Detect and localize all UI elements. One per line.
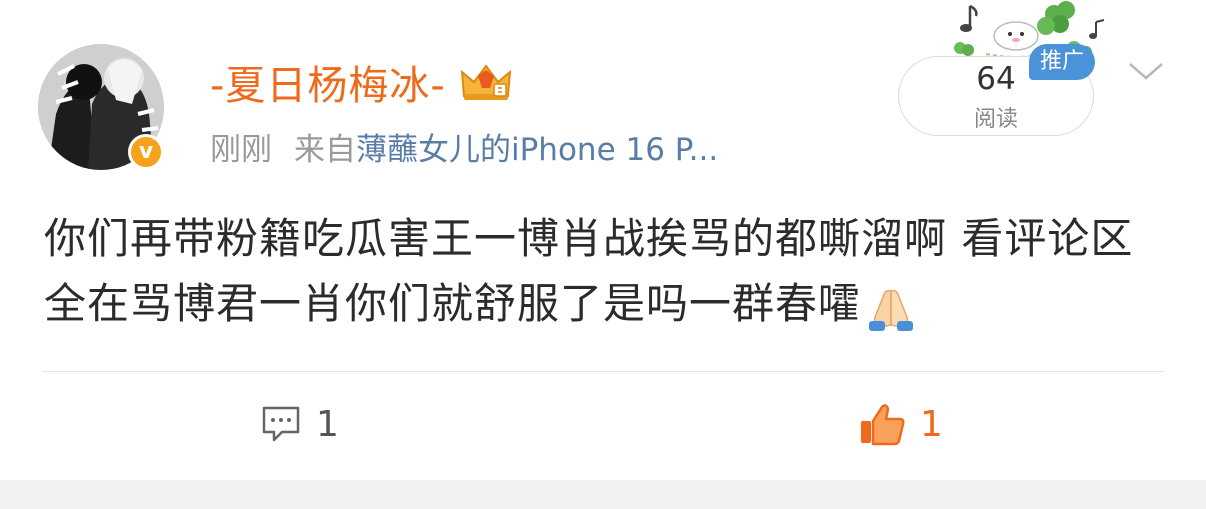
bottom-separator-bar <box>0 480 1206 509</box>
post-time: 刚刚 <box>210 132 272 168</box>
comment-count: 1 <box>316 403 339 445</box>
post-text: 你们再带粉籍吃瓜害王一博肖战挨骂的都嘶溜啊 看评论区全在骂博君一肖你们就舒服了是… <box>44 214 1134 328</box>
source-device-link[interactable]: 薄蘸女儿的iPhone 16 P... <box>356 132 718 168</box>
source-prefix: 来自 <box>294 132 356 168</box>
like-count: 1 <box>920 403 943 445</box>
thumbs-up-icon <box>861 404 905 446</box>
read-label: 阅读 <box>973 107 1018 132</box>
username-row: -夏日杨梅冰- <box>210 53 514 111</box>
folded-hands-icon <box>865 284 917 331</box>
verified-badge-icon: v <box>128 134 164 170</box>
promo-tag: 推广 <box>1029 44 1095 80</box>
post-meta: 刚刚 来自薄蘸女儿的iPhone 16 P... <box>210 124 718 169</box>
post-content: 你们再带粉籍吃瓜害王一博肖战挨骂的都嘶溜啊 看评论区全在骂博君一肖你们就舒服了是… <box>44 206 1164 336</box>
weibo-post-card: v -夏日杨梅冰- 刚刚 来自薄蘸女儿的iPhone 16 P... 64 阅读… <box>0 0 1206 509</box>
username[interactable]: -夏日杨梅冰- <box>210 53 446 111</box>
user-avatar[interactable]: v <box>38 44 164 170</box>
comment-icon <box>262 406 300 442</box>
divider <box>42 371 1164 372</box>
chevron-down-icon[interactable] <box>1126 56 1166 86</box>
like-button[interactable]: 1 <box>858 398 943 450</box>
comment-button[interactable]: 1 <box>260 398 339 450</box>
crown-badge-icon[interactable] <box>458 62 514 102</box>
